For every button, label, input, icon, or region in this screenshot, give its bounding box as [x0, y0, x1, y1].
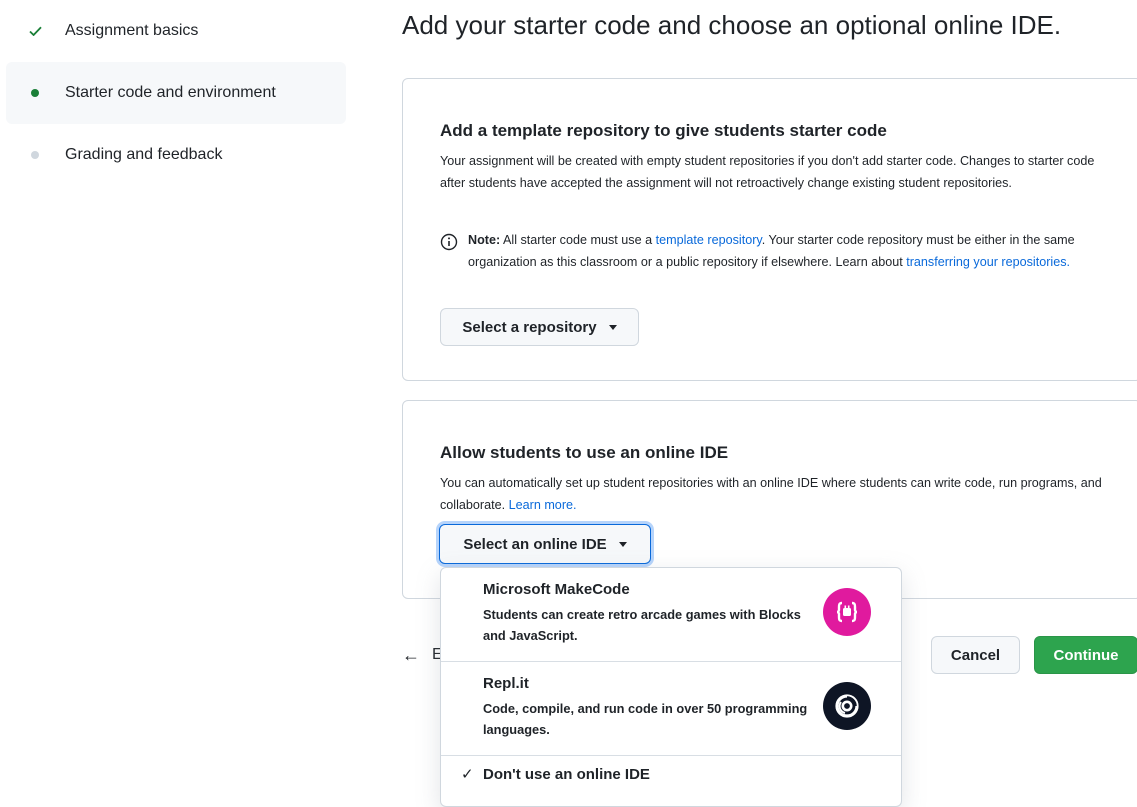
template-description: Your assignment will be created with emp…	[440, 154, 1095, 190]
checkmark-icon: ✓	[461, 766, 474, 783]
step-assignment-basics[interactable]: Assignment basics	[6, 0, 346, 62]
step-label: Starter code and environment	[65, 84, 276, 101]
ide-description: You can automatically set up student rep…	[440, 472, 1105, 516]
ide-option-none[interactable]: ✓ Don't use an online IDE	[441, 756, 901, 806]
select-repository-label: Select a repository	[462, 318, 597, 336]
info-icon	[440, 233, 458, 273]
ide-option-makecode[interactable]: Microsoft MakeCode Students can create r…	[441, 568, 901, 662]
ide-option-replit[interactable]: Repl.it Code, compile, and run code in o…	[441, 662, 901, 756]
page-title: Add your starter code and choose an opti…	[402, 10, 1062, 40]
note-text-1: All starter code must use a	[500, 233, 656, 247]
ide-heading: Allow students to use an online IDE	[440, 443, 729, 462]
select-ide-label: Select an online IDE	[463, 535, 607, 553]
note-label: Note:	[468, 233, 501, 247]
online-ide-dropdown: Microsoft MakeCode Students can create r…	[440, 567, 902, 807]
template-repository-link[interactable]: template repository	[656, 233, 762, 247]
active-dot-icon	[28, 86, 42, 100]
replit-logo-icon	[823, 682, 871, 730]
cancel-button[interactable]: Cancel	[931, 636, 1020, 674]
arrow-left-icon[interactable]: ←	[402, 645, 420, 666]
steps-sidebar: Assignment basics Starter code and envir…	[6, 0, 346, 186]
caret-down-icon	[618, 541, 627, 547]
option-description: Students can create retro arcade games w…	[483, 607, 801, 643]
template-note: Note: All starter code must use a templa…	[440, 229, 1105, 273]
template-repo-card: Add a template repository to give studen…	[402, 78, 1137, 381]
select-repository-button[interactable]: Select a repository	[440, 308, 639, 346]
note-text: Note: All starter code must use a templa…	[468, 229, 1105, 273]
pending-dot-icon	[28, 148, 42, 162]
transferring-repositories-link[interactable]: transferring your repositories.	[906, 255, 1070, 269]
continue-button[interactable]: Continue	[1034, 636, 1137, 674]
option-title: Repl.it	[483, 675, 529, 692]
step-label: Grading and feedback	[65, 146, 223, 163]
select-online-ide-button[interactable]: Select an online IDE	[439, 524, 651, 564]
check-icon	[28, 24, 42, 38]
step-label: Assignment basics	[65, 22, 199, 39]
learn-more-link[interactable]: Learn more.	[509, 498, 577, 512]
option-description: Code, compile, and run code in over 50 p…	[483, 701, 808, 737]
step-grading-feedback[interactable]: Grading and feedback	[6, 124, 346, 186]
template-heading: Add a template repository to give studen…	[440, 121, 887, 140]
step-starter-code[interactable]: Starter code and environment	[6, 62, 346, 124]
caret-down-icon	[608, 324, 617, 330]
option-title: Don't use an online IDE	[483, 766, 650, 783]
makecode-logo-icon	[823, 588, 871, 636]
option-title: Microsoft MakeCode	[483, 581, 630, 598]
